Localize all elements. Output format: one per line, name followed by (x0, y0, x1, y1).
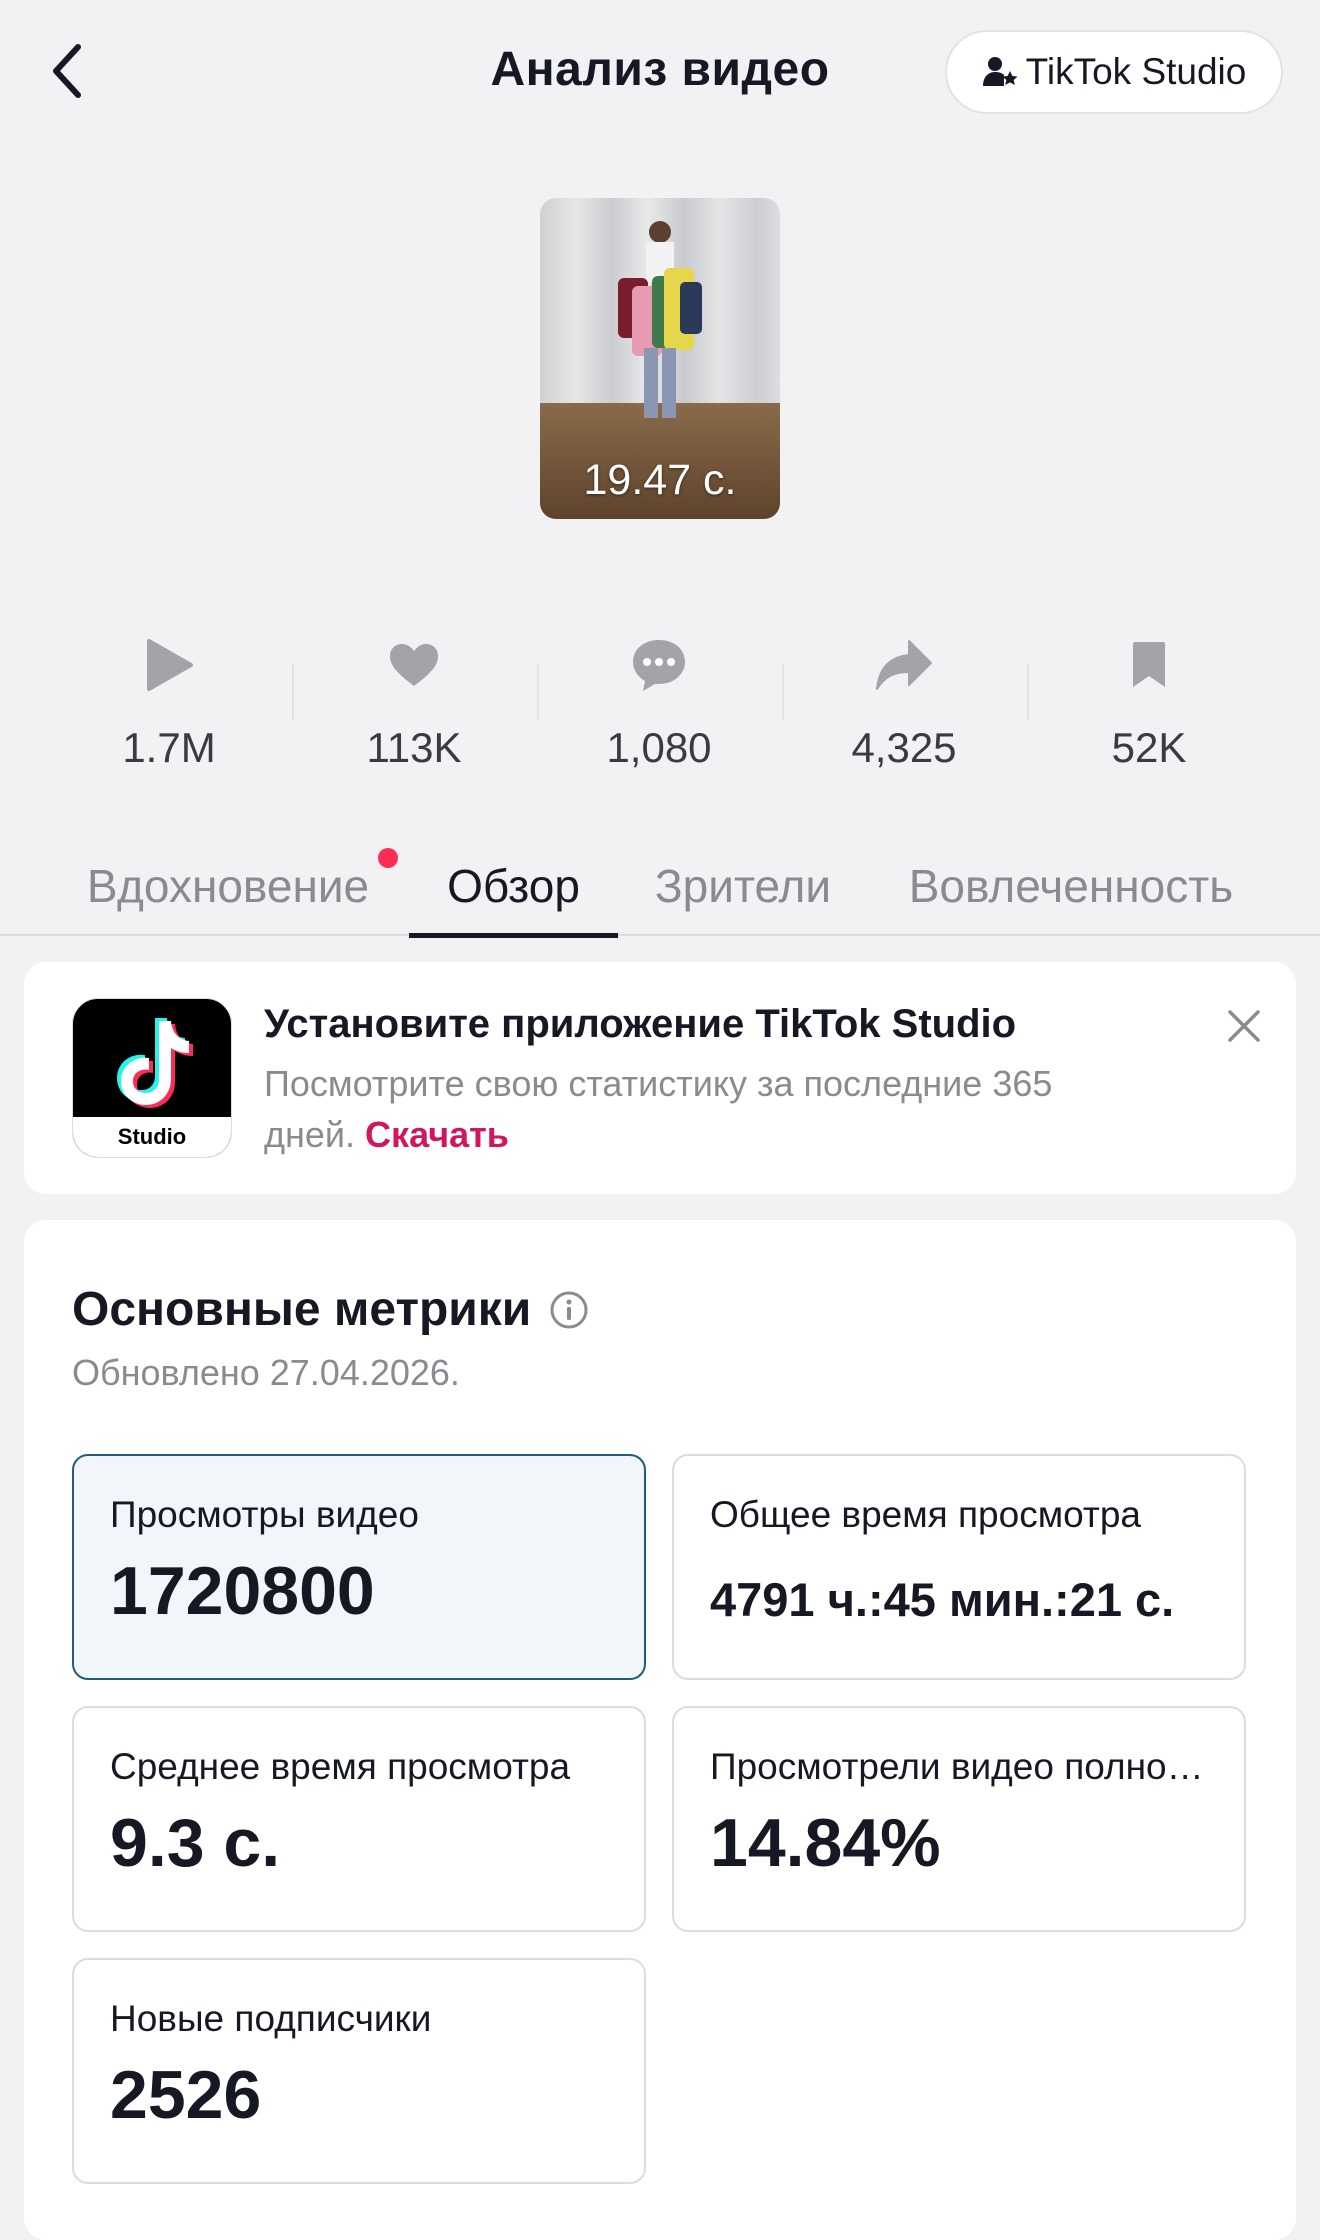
tiktok-logo-icon (117, 1018, 193, 1108)
play-icon (147, 639, 193, 691)
stat-saves: 52K (1064, 630, 1234, 772)
download-link[interactable]: Скачать (365, 1114, 509, 1155)
tab-audience-label: Зрители (654, 860, 832, 912)
metrics-updated: Обновлено 27.04.2026. (72, 1352, 460, 1393)
banner-title: Установите приложение TikTok Studio (264, 1002, 1017, 1046)
metric-label: Просмотрели видео полностью (710, 1746, 1214, 1787)
metrics-title: Основные метрики (72, 1282, 589, 1337)
metric-value: 9.3 с. (110, 1805, 281, 1881)
saves-count: 52K (1111, 724, 1187, 771)
metric-card-video-views[interactable]: Просмотры видео 1720800 (72, 1454, 646, 1680)
key-metrics-section: Основные метрики Обновлено 27.04.2026. П… (24, 1220, 1296, 2240)
video-duration: 19.47 с. (583, 456, 737, 504)
tiktok-studio-app-icon: Studio (72, 998, 232, 1158)
banner-description: Посмотрите свою статистику за последние … (264, 1058, 1124, 1160)
bookmark-icon (1133, 642, 1165, 687)
metric-label: Просмотры видео (110, 1494, 419, 1535)
banner-close-button[interactable] (1216, 998, 1272, 1054)
views-count: 1.7M (122, 724, 216, 771)
metric-label: Новые подписчики (110, 1998, 432, 2039)
close-icon (1228, 1010, 1260, 1042)
video-thumbnail[interactable]: 19.47 с. (540, 198, 780, 519)
stat-divider (292, 664, 294, 720)
metric-value: 14.84% (710, 1805, 941, 1881)
stat-divider (537, 664, 539, 720)
tab-inspiration-label: Вдохновение (86, 860, 370, 912)
comments-count: 1,080 (606, 724, 712, 771)
metric-value: 4791 ч.:45 мин.:21 с. (710, 1573, 1175, 1626)
tiktok-studio-button[interactable]: TikTok Studio (945, 30, 1283, 114)
tab-engagement[interactable]: Вовлеченность (888, 836, 1254, 936)
likes-count: 113K (366, 724, 462, 771)
tab-overview-label: Обзор (447, 860, 580, 912)
metric-label: Общее время просмотра (710, 1494, 1141, 1535)
metric-card-total-watch-time[interactable]: Общее время просмотра 4791 ч.:45 мин.:21… (672, 1454, 1246, 1680)
share-icon (876, 640, 932, 690)
header: Анализ видео TikTok Studio (0, 0, 1320, 150)
stat-likes: 113K (329, 630, 499, 772)
info-icon[interactable] (549, 1290, 589, 1330)
tab-audience[interactable]: Зрители (640, 836, 846, 936)
metrics-title-text: Основные метрики (72, 1283, 532, 1336)
tab-inspiration[interactable]: Вдохновение (76, 836, 380, 936)
metric-card-average-watch-time[interactable]: Среднее время просмотра 9.3 с. (72, 1706, 646, 1932)
install-studio-banner: Studio Установите приложение TikTok Stud… (24, 962, 1296, 1194)
stat-divider (782, 664, 784, 720)
active-tab-indicator (409, 933, 618, 938)
stat-divider (1027, 664, 1029, 720)
app-icon-label: Studio (73, 1117, 231, 1157)
tiktok-studio-label: TikTok Studio (1025, 51, 1247, 92)
video-stats: 1.7M 113K 1,080 4,325 52K (0, 630, 1320, 780)
metric-value: 2526 (110, 2057, 262, 2133)
metric-card-full-video-watched[interactable]: Просмотрели видео полностью 14.84% (672, 1706, 1246, 1932)
comment-icon (633, 640, 685, 691)
metric-label: Среднее время просмотра (110, 1746, 571, 1787)
user-star-icon (982, 57, 1018, 86)
tab-bar: Вдохновение Обзор Зрители Вовлеченность (0, 836, 1320, 938)
stat-shares: 4,325 (819, 630, 989, 772)
shares-count: 4,325 (851, 724, 957, 771)
tab-engagement-label: Вовлеченность (908, 860, 1234, 912)
stat-comments: 1,080 (574, 630, 744, 772)
metric-value: 1720800 (110, 1553, 375, 1629)
heart-icon (390, 644, 438, 686)
stat-views: 1.7M (84, 630, 254, 772)
tab-overview[interactable]: Обзор (409, 836, 618, 938)
metric-card-new-followers[interactable]: Новые подписчики 2526 (72, 1958, 646, 2184)
notification-dot (378, 848, 398, 868)
